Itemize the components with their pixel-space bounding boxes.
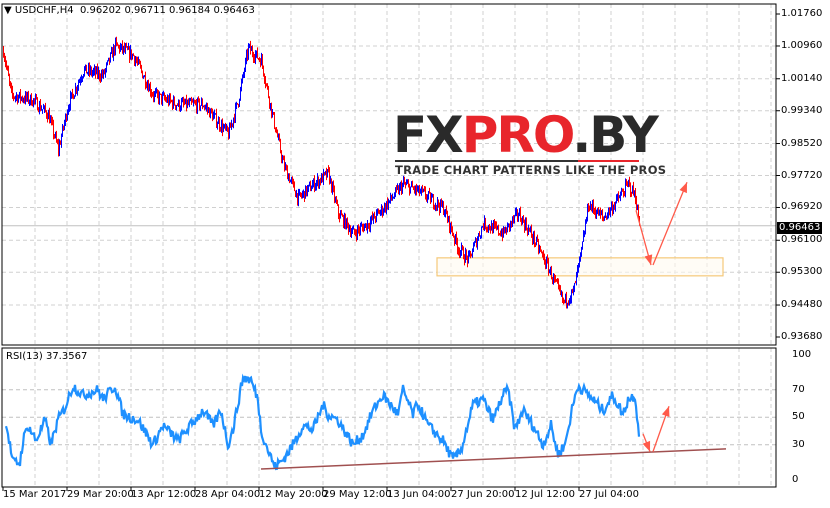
symbol-label: USDCHF,H4 [14,5,74,16]
time-tick-label: 29 Mar 20:00 [67,489,134,500]
time-tick-label: 15 Mar 2017 [3,489,67,500]
chart-canvas[interactable] [0,0,830,508]
rsi-up-arrow-head [661,406,670,418]
chart-header: ▼ USDCHF,H4 0.96202 0.96711 0.96184 0.96… [4,5,255,16]
time-tick-label: 29 May 12:00 [323,489,392,500]
rsi-tick-label: 100 [792,349,812,360]
time-tick-label: 27 Jun 20:00 [451,489,515,500]
price-tick-label: 0.96100 [781,234,823,246]
price-tick-label: 1.00960 [781,39,823,51]
price-tick-label: 1.01760 [781,8,823,19]
up-arrow-head [679,182,687,194]
logo-divider [395,160,639,162]
ohlc-values: 0.96202 0.96711 0.96184 0.96463 [79,5,255,16]
rsi-tick-label: 30 [792,438,805,450]
logo-part2: PRO [461,106,575,164]
rsi-tick-label: 70 [792,383,805,395]
price-tick-label: 0.99340 [781,104,823,116]
time-tick-label: 13 Apr 12:00 [131,489,197,500]
up-arrow [652,182,688,266]
triangle-down-icon[interactable]: ▼ [4,5,12,16]
time-tick-label: 27 Jul 04:00 [579,489,639,500]
rsi-tick-label: 50 [792,411,805,423]
rsi-tick-label: 0 [792,474,799,485]
price-tick-label: 0.97720 [781,169,823,181]
rsi-title: RSI(13) 37.3567 [6,351,88,362]
price-tick-label: 0.96920 [781,201,823,213]
time-tick-label: 13 Jun 04:00 [387,489,451,500]
logo-tagline: TRADE CHART PATTERNS LIKE THE PROS [395,163,667,177]
fxpro-logo: FXPRO.BY TRADE CHART PATTERNS LIKE THE P… [393,107,666,177]
time-tick-label: 28 Apr 04:00 [195,489,261,500]
price-tick-label: 0.95300 [781,266,823,278]
logo-part3: .BY [572,106,659,164]
price-tick-label: 0.94480 [781,299,823,311]
rsi-down-arrow-head [642,440,651,452]
price-tick-label: 0.98520 [781,137,823,149]
price-tick-label: 1.00140 [781,72,823,84]
current-price-label: 0.96463 [777,222,823,234]
price-tick-label: 0.93680 [781,331,823,342]
time-tick-label: 12 May 20:00 [259,489,328,500]
time-tick-label: 12 Jul 12:00 [515,489,575,500]
rsi-trendline [260,448,727,470]
logo-part1: FX [393,106,464,164]
